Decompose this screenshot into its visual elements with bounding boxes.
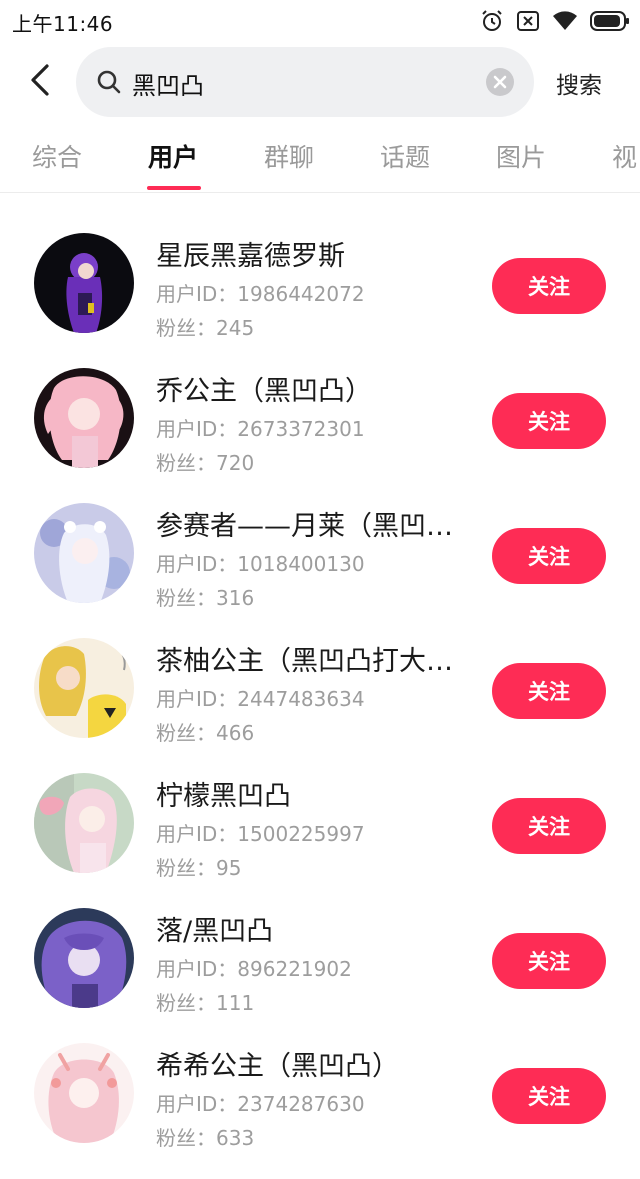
fan-count: 粉丝：316: [156, 586, 255, 610]
tab-videos[interactable]: 视: [612, 138, 637, 174]
user-id: 用户ID：896221902: [156, 957, 352, 981]
battery-icon: [590, 10, 630, 32]
user-name: 星辰黑嘉德罗斯: [156, 241, 345, 272]
list-item[interactable]: 茶柚公主（黑凹凸打大… 用户ID：2447483634 粉丝：466 关注: [0, 638, 640, 774]
user-name: 乔公主（黑凹凸）: [156, 376, 372, 407]
sim-off-icon: [516, 10, 540, 32]
user-id: 用户ID：2447483634: [156, 687, 365, 711]
user-id: 用户ID：1500225997: [156, 822, 365, 846]
avatar: [34, 638, 134, 738]
status-time: 上午11:46: [12, 12, 114, 36]
avatar: [34, 233, 134, 333]
wifi-icon: [552, 10, 578, 32]
list-item[interactable]: 乔公主（黑凹凸） 用户ID：2673372301 粉丝：720 关注: [0, 368, 640, 504]
fan-count: 粉丝：111: [156, 991, 255, 1015]
tab-images[interactable]: 图片: [496, 138, 546, 174]
search-input[interactable]: 黑凹凸: [76, 47, 534, 117]
list-item[interactable]: 希希公主（黑凹凸） 用户ID：2374287630 粉丝：633 关注: [0, 1043, 640, 1179]
search-icon: [96, 69, 122, 99]
user-name: 茶柚公主（黑凹凸打大…: [156, 646, 453, 677]
user-id: 用户ID：2673372301: [156, 417, 365, 441]
back-button[interactable]: [22, 60, 58, 104]
user-id: 用户ID：1018400130: [156, 552, 365, 576]
clear-search-button[interactable]: [486, 68, 514, 96]
user-id: 用户ID：1986442072: [156, 282, 365, 306]
avatar: [34, 908, 134, 1008]
avatar: [34, 368, 134, 468]
follow-button[interactable]: 关注: [492, 528, 606, 584]
search-button[interactable]: 搜索: [556, 66, 602, 100]
list-item[interactable]: 参赛者——月莱（黑凹… 用户ID：1018400130 粉丝：316 关注: [0, 503, 640, 639]
follow-button[interactable]: 关注: [492, 933, 606, 989]
tab-topics[interactable]: 话题: [380, 138, 430, 174]
search-header: 黑凹凸 搜索: [0, 42, 640, 124]
user-name: 希希公主（黑凹凸）: [156, 1051, 399, 1082]
user-id: 用户ID：2374287630: [156, 1092, 365, 1116]
fan-count: 粉丝：720: [156, 451, 255, 475]
tab-comprehensive[interactable]: 综合: [32, 138, 82, 174]
user-name: 参赛者——月莱（黑凹…: [156, 511, 453, 542]
user-name: 落/黑凹凸: [156, 916, 274, 947]
fan-count: 粉丝：466: [156, 721, 255, 745]
category-tabs: 综合 用户 群聊 话题 图片 视: [0, 124, 640, 193]
fan-count: 粉丝：633: [156, 1126, 255, 1150]
follow-button[interactable]: 关注: [492, 258, 606, 314]
active-tab-indicator: [147, 186, 201, 190]
fan-count: 粉丝：245: [156, 316, 255, 340]
status-icons: [480, 8, 630, 34]
avatar: [34, 773, 134, 873]
search-query: 黑凹凸: [132, 72, 204, 100]
tab-group-chats[interactable]: 群聊: [264, 138, 314, 174]
list-item[interactable]: 柠檬黑凹凸 用户ID：1500225997 粉丝：95 关注: [0, 773, 640, 909]
close-icon: [493, 75, 507, 89]
list-item[interactable]: 星辰黑嘉德罗斯 用户ID：1986442072 粉丝：245 关注: [0, 233, 640, 369]
fan-count: 粉丝：95: [156, 856, 242, 880]
avatar: [34, 503, 134, 603]
user-name: 柠檬黑凹凸: [156, 781, 291, 812]
follow-button[interactable]: 关注: [492, 393, 606, 449]
follow-button[interactable]: 关注: [492, 1068, 606, 1124]
avatar: [34, 1043, 134, 1143]
follow-button[interactable]: 关注: [492, 663, 606, 719]
status-bar: 上午11:46: [0, 0, 640, 42]
follow-button[interactable]: 关注: [492, 798, 606, 854]
chevron-left-icon: [28, 62, 52, 102]
list-item[interactable]: 落/黑凹凸 用户ID：896221902 粉丝：111 关注: [0, 908, 640, 1044]
alarm-icon: [480, 9, 504, 33]
tab-users[interactable]: 用户: [148, 138, 198, 174]
